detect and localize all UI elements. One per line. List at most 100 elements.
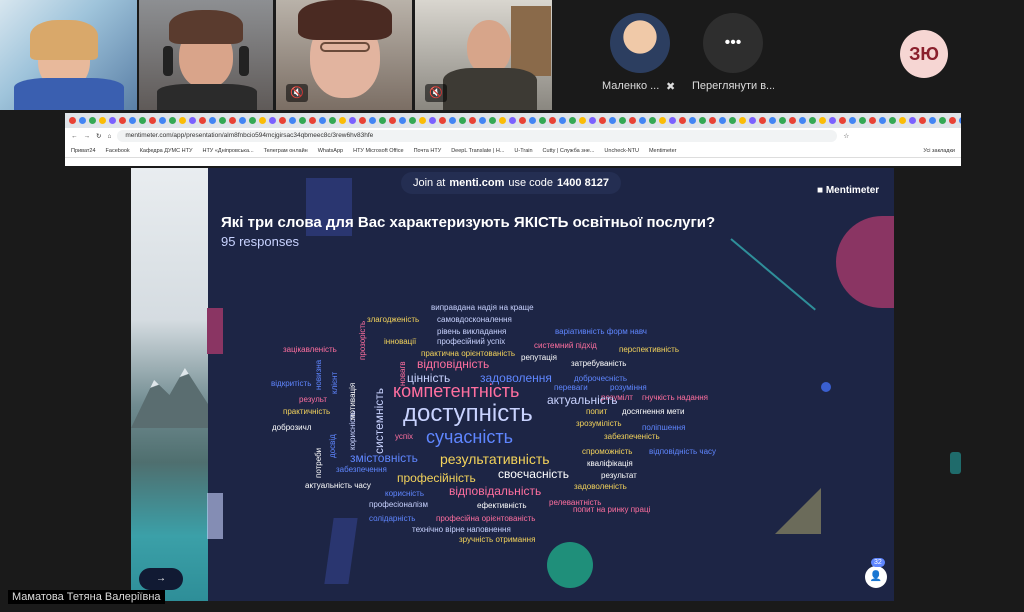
bookmark-item[interactable]: Приват24 <box>71 148 96 154</box>
tab-favicon[interactable] <box>309 117 316 124</box>
tab-favicon[interactable] <box>369 117 376 124</box>
tab-favicon[interactable] <box>229 117 236 124</box>
tab-favicon[interactable] <box>399 117 406 124</box>
bookmark-item[interactable]: Mentimeter <box>649 148 677 154</box>
tab-favicon[interactable] <box>319 117 326 124</box>
tab-favicon[interactable] <box>349 117 356 124</box>
tab-favicon[interactable] <box>939 117 946 124</box>
tab-favicon[interactable] <box>949 117 956 124</box>
tab-favicon[interactable] <box>919 117 926 124</box>
tab-favicon[interactable] <box>169 117 176 124</box>
tab-favicon[interactable] <box>859 117 866 124</box>
tab-favicon[interactable] <box>659 117 666 124</box>
tab-favicon[interactable] <box>179 117 186 124</box>
next-slide-button[interactable]: → <box>139 568 183 590</box>
tab-favicon[interactable] <box>509 117 516 124</box>
tab-favicon[interactable] <box>629 117 636 124</box>
bookmark-item[interactable]: Uncheck-NTU <box>604 148 639 154</box>
tab-favicon[interactable] <box>489 117 496 124</box>
tab-favicon[interactable] <box>559 117 566 124</box>
tab-favicon[interactable] <box>519 117 526 124</box>
participant-video-4[interactable]: 🔇 <box>415 0 552 110</box>
tab-favicon[interactable] <box>759 117 766 124</box>
tab-favicon[interactable] <box>879 117 886 124</box>
tab-favicon[interactable] <box>269 117 276 124</box>
tab-favicon[interactable] <box>329 117 336 124</box>
tab-favicon[interactable] <box>429 117 436 124</box>
tab-favicon[interactable] <box>139 117 146 124</box>
tab-favicon[interactable] <box>129 117 136 124</box>
view-more-label[interactable]: Переглянути в... <box>692 80 774 92</box>
side-panel-toggle[interactable] <box>950 452 961 474</box>
tab-favicon[interactable] <box>779 117 786 124</box>
tab-favicon[interactable] <box>379 117 386 124</box>
tab-favicon[interactable] <box>479 117 486 124</box>
tab-favicon[interactable] <box>569 117 576 124</box>
forward-icon[interactable]: → <box>84 133 91 140</box>
participant-avatar-photo[interactable] <box>610 13 670 73</box>
tab-favicon[interactable] <box>739 117 746 124</box>
participant-initials-avatar[interactable]: ЗЮ <box>900 30 948 78</box>
bookmark-item[interactable]: Телеграм онлайн <box>264 148 308 154</box>
tab-favicon[interactable] <box>929 117 936 124</box>
participants-icon[interactable]: 👤 <box>865 566 887 588</box>
tab-favicon[interactable] <box>289 117 296 124</box>
tab-favicon[interactable] <box>69 117 76 124</box>
bookmark-item[interactable]: WhatsApp <box>318 148 343 154</box>
tab-favicon[interactable] <box>689 117 696 124</box>
tab-favicon[interactable] <box>799 117 806 124</box>
tab-favicon[interactable] <box>119 117 126 124</box>
tab-favicon[interactable] <box>409 117 416 124</box>
tab-favicon[interactable] <box>819 117 826 124</box>
participant-video-1[interactable] <box>0 0 137 110</box>
tab-favicon[interactable] <box>199 117 206 124</box>
tab-favicon[interactable] <box>679 117 686 124</box>
tab-favicon[interactable] <box>219 117 226 124</box>
bookmark-item[interactable]: НТУ «Дніпровська... <box>202 148 253 154</box>
tab-favicon[interactable] <box>719 117 726 124</box>
tab-favicon[interactable] <box>549 117 556 124</box>
tab-favicon[interactable] <box>589 117 596 124</box>
tab-favicon[interactable] <box>619 117 626 124</box>
home-icon[interactable]: ⌂ <box>107 133 111 140</box>
tab-favicon[interactable] <box>529 117 536 124</box>
tab-favicon[interactable] <box>699 117 706 124</box>
tab-favicon[interactable] <box>809 117 816 124</box>
tab-favicon[interactable] <box>729 117 736 124</box>
tab-favicon[interactable] <box>909 117 916 124</box>
tab-favicon[interactable] <box>849 117 856 124</box>
tab-favicon[interactable] <box>439 117 446 124</box>
tab-favicon[interactable] <box>579 117 586 124</box>
tab-favicon[interactable] <box>889 117 896 124</box>
tab-favicon[interactable] <box>499 117 506 124</box>
tab-favicon[interactable] <box>539 117 546 124</box>
tab-favicon[interactable] <box>89 117 96 124</box>
participant-video-3[interactable]: 🔇 <box>276 0 412 110</box>
back-icon[interactable]: ← <box>71 133 78 140</box>
tab-favicon[interactable] <box>609 117 616 124</box>
all-bookmarks[interactable]: Усі закладки <box>923 148 955 154</box>
tab-favicon[interactable] <box>299 117 306 124</box>
tab-favicon[interactable] <box>769 117 776 124</box>
bookmark-item[interactable]: Facebook <box>106 148 130 154</box>
tab-favicon[interactable] <box>709 117 716 124</box>
tab-favicon[interactable] <box>209 117 216 124</box>
tab-favicon[interactable] <box>899 117 906 124</box>
bookmark-item[interactable]: DeepL Translate | Н... <box>451 148 504 154</box>
tab-favicon[interactable] <box>639 117 646 124</box>
tab-favicon[interactable] <box>649 117 656 124</box>
tab-favicon[interactable] <box>339 117 346 124</box>
more-participants-icon[interactable]: ••• <box>703 13 763 73</box>
reload-icon[interactable]: ↻ <box>96 132 101 140</box>
tab-favicon[interactable] <box>149 117 156 124</box>
bookmark-item[interactable]: Cutty | Служба зне... <box>543 148 595 154</box>
tab-favicon[interactable] <box>189 117 196 124</box>
url-input[interactable]: mentimeter.com/app/presentation/alm8fnbc… <box>117 130 838 142</box>
tab-favicon[interactable] <box>159 117 166 124</box>
tab-favicon[interactable] <box>79 117 86 124</box>
tab-favicon[interactable] <box>239 117 246 124</box>
tab-favicon[interactable] <box>459 117 466 124</box>
participant-video-2[interactable] <box>139 0 273 110</box>
join-site[interactable]: menti.com <box>449 177 504 189</box>
tab-favicon[interactable] <box>839 117 846 124</box>
